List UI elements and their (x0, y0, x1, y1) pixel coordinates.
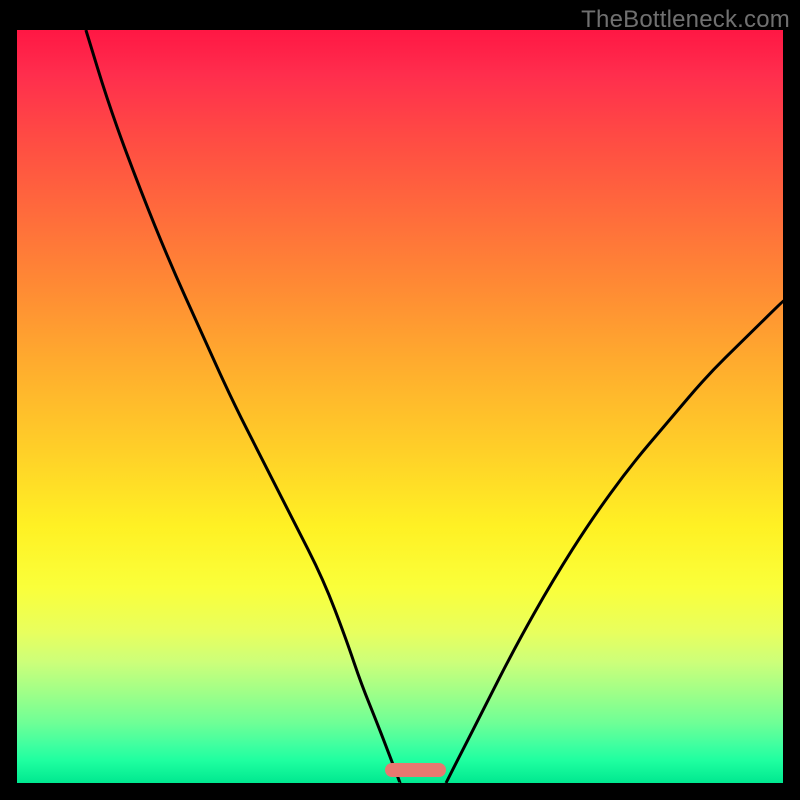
bottleneck-curve (17, 30, 783, 783)
minimum-marker (385, 763, 446, 777)
attribution-text: TheBottleneck.com (581, 6, 790, 34)
curve-right (446, 301, 783, 783)
curve-left (86, 30, 400, 783)
chart-frame: TheBottleneck.com (0, 0, 800, 800)
plot-area (17, 30, 783, 783)
